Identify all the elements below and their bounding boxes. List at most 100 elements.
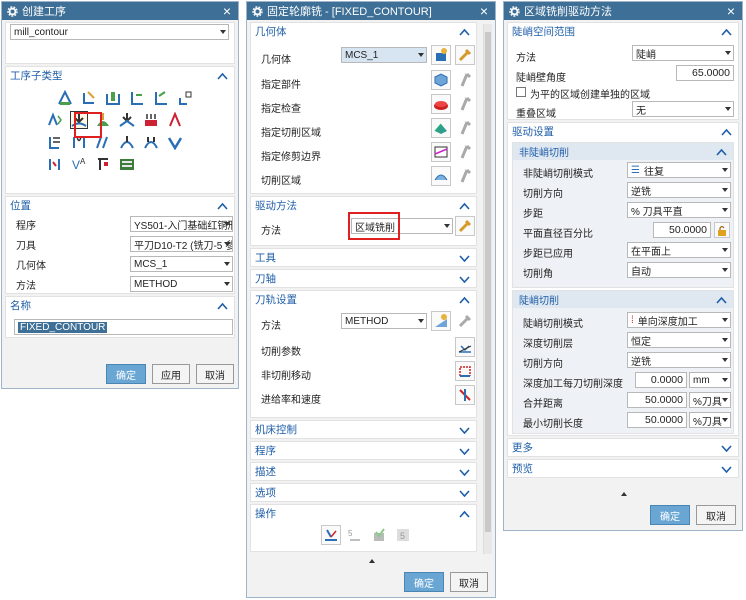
ok-button[interactable]: 确定	[650, 505, 690, 525]
steep-method-dropdown[interactable]: 陡峭	[632, 45, 734, 61]
specify-check-button[interactable]	[431, 94, 451, 114]
trim-flashlight-button[interactable]	[455, 142, 475, 162]
depth-layer-dropdown[interactable]: 恒定	[627, 332, 731, 348]
chevron-up-icon[interactable]	[721, 28, 732, 36]
region-flashlight-button[interactable]	[455, 166, 475, 186]
rest-mill-icon[interactable]	[128, 89, 146, 107]
title-bar[interactable]: 创建工序 ×	[2, 2, 238, 20]
chevron-up-icon[interactable]	[459, 296, 470, 304]
gear-icon[interactable]	[251, 5, 263, 17]
feeds-speeds-button[interactable]	[455, 385, 475, 405]
stepover-applied-dropdown[interactable]: 在平面上	[627, 242, 731, 258]
subtype-header[interactable]: 工序子类型	[6, 67, 234, 84]
name-input[interactable]: FIXED_CONTOUR	[14, 319, 233, 335]
grid-contour-icon[interactable]	[142, 111, 160, 129]
cut-area-flashlight-button[interactable]	[455, 118, 475, 138]
chevron-down-icon[interactable]	[459, 447, 470, 455]
chevron-up-icon[interactable]	[459, 510, 470, 518]
description-header[interactable]: 描述	[251, 463, 476, 480]
chevron-up-icon[interactable]	[217, 202, 228, 210]
options-header[interactable]: 选项	[251, 484, 476, 501]
expand-more-icon[interactable]	[369, 559, 375, 563]
chevron-up-icon[interactable]	[716, 296, 727, 304]
check-flashlight-button[interactable]	[455, 94, 475, 114]
steep-direction-dropdown[interactable]: 逆铣	[627, 352, 731, 368]
contour-area-icon[interactable]	[56, 89, 74, 107]
flowcut-ref-icon[interactable]	[166, 133, 184, 151]
chevron-up-icon[interactable]	[217, 72, 228, 80]
flowcut-multi-icon[interactable]	[142, 133, 160, 151]
non-steep-pattern-dropdown[interactable]: ☰ 往复	[627, 162, 731, 178]
close-icon[interactable]: ×	[220, 3, 234, 19]
chevron-down-icon[interactable]	[721, 465, 732, 473]
merge-distance-input[interactable]: 50.0000	[627, 392, 687, 408]
cancel-button[interactable]: 取消	[196, 364, 234, 384]
chevron-up-icon[interactable]	[459, 28, 470, 36]
part-flashlight-button[interactable]	[455, 70, 475, 90]
new-geometry-button[interactable]	[431, 45, 451, 65]
steep-wall-angle-input[interactable]: 65.0000	[676, 65, 734, 81]
scrollbar-thumb[interactable]	[485, 32, 491, 532]
cut-angle-dropdown[interactable]: 自动	[627, 262, 731, 278]
overlap-dropdown[interactable]: 无	[632, 101, 734, 117]
close-icon[interactable]: ×	[724, 3, 738, 19]
verify-button[interactable]	[369, 525, 389, 545]
cancel-button[interactable]: 取消	[696, 505, 736, 525]
tool-axis-header[interactable]: 刀轴	[251, 270, 476, 287]
title-bar[interactable]: 固定轮廓铣 - [FIXED_CONTOUR] ×	[247, 2, 495, 20]
specify-part-button[interactable]	[431, 70, 451, 90]
ok-button[interactable]: 确定	[404, 572, 444, 592]
path-method-dropdown[interactable]: METHOD	[341, 313, 427, 329]
corner-mill-icon[interactable]	[152, 89, 170, 107]
chevron-down-icon[interactable]	[459, 275, 470, 283]
name-header[interactable]: 名称	[6, 297, 234, 314]
chevron-up-icon[interactable]	[459, 202, 470, 210]
scrollbar[interactable]	[483, 24, 492, 554]
tool-header[interactable]: 工具	[251, 249, 476, 266]
geometry-header[interactable]: 几何体	[251, 23, 476, 40]
specify-cut-area-button[interactable]	[431, 118, 451, 138]
flat-diameter-percent-input[interactable]: 50.0000	[653, 222, 711, 238]
chevron-up-icon[interactable]	[217, 302, 228, 310]
ok-button[interactable]: 确定	[106, 364, 146, 384]
flowcut-single-icon[interactable]	[118, 133, 136, 151]
program-dropdown[interactable]: YS501-入门基础红铜形	[130, 216, 233, 232]
specify-trim-boundary-button[interactable]	[431, 142, 451, 162]
steep-pattern-dropdown[interactable]: ⁞ 单向深度加工	[627, 312, 731, 328]
chevron-down-icon[interactable]	[721, 444, 732, 452]
close-icon[interactable]: ×	[477, 3, 491, 19]
list-button[interactable]: 5	[393, 525, 413, 545]
min-length-unit-dropdown[interactable]: %刀具	[689, 412, 731, 428]
solid-3d-icon[interactable]	[46, 155, 64, 173]
solid-profile-icon[interactable]	[46, 133, 64, 151]
depth-per-cut-input[interactable]: 0.0000	[635, 372, 687, 388]
depth-unit-dropdown[interactable]: mm	[689, 372, 731, 388]
edit-drive-method-button[interactable]	[455, 216, 475, 236]
lock-icon[interactable]	[714, 222, 730, 238]
cutting-params-button[interactable]	[455, 337, 475, 357]
tool-dropdown[interactable]: 平刀D10-T2 (铣刀-5 参	[130, 236, 233, 252]
gear-icon[interactable]	[6, 5, 18, 17]
chevron-up-icon[interactable]	[721, 128, 732, 136]
steep-space-header[interactable]: 陡峭空间范围	[508, 23, 738, 40]
non-cutting-moves-button[interactable]	[455, 361, 475, 381]
type-dropdown[interactable]: mill_contour	[10, 24, 229, 40]
min-cut-length-input[interactable]: 50.0000	[627, 412, 687, 428]
flowcut-icon[interactable]	[46, 111, 64, 129]
chevron-up-icon[interactable]	[716, 148, 727, 156]
non-steep-direction-dropdown[interactable]: 逆铣	[627, 182, 731, 198]
mill-user-icon[interactable]	[94, 155, 112, 173]
streamline-icon[interactable]	[166, 111, 184, 129]
non-steep-header[interactable]: 非陡峭切削	[513, 143, 733, 160]
title-bar[interactable]: 区域铣削驱动方法 ×	[504, 2, 742, 20]
position-header[interactable]: 位置	[6, 197, 234, 214]
contour-text-a-icon[interactable]: VA	[70, 155, 88, 173]
steep-cut-header[interactable]: 陡峭切削	[513, 291, 733, 308]
chevron-down-icon[interactable]	[459, 468, 470, 476]
generate-button[interactable]	[321, 525, 341, 545]
cancel-button[interactable]: 取消	[450, 572, 488, 592]
cut-region-button[interactable]	[431, 166, 451, 186]
geometry-dropdown[interactable]: MCS_1	[341, 47, 427, 63]
steep-contour-icon[interactable]	[118, 111, 136, 129]
machine-control-header[interactable]: 机床控制	[251, 421, 476, 438]
